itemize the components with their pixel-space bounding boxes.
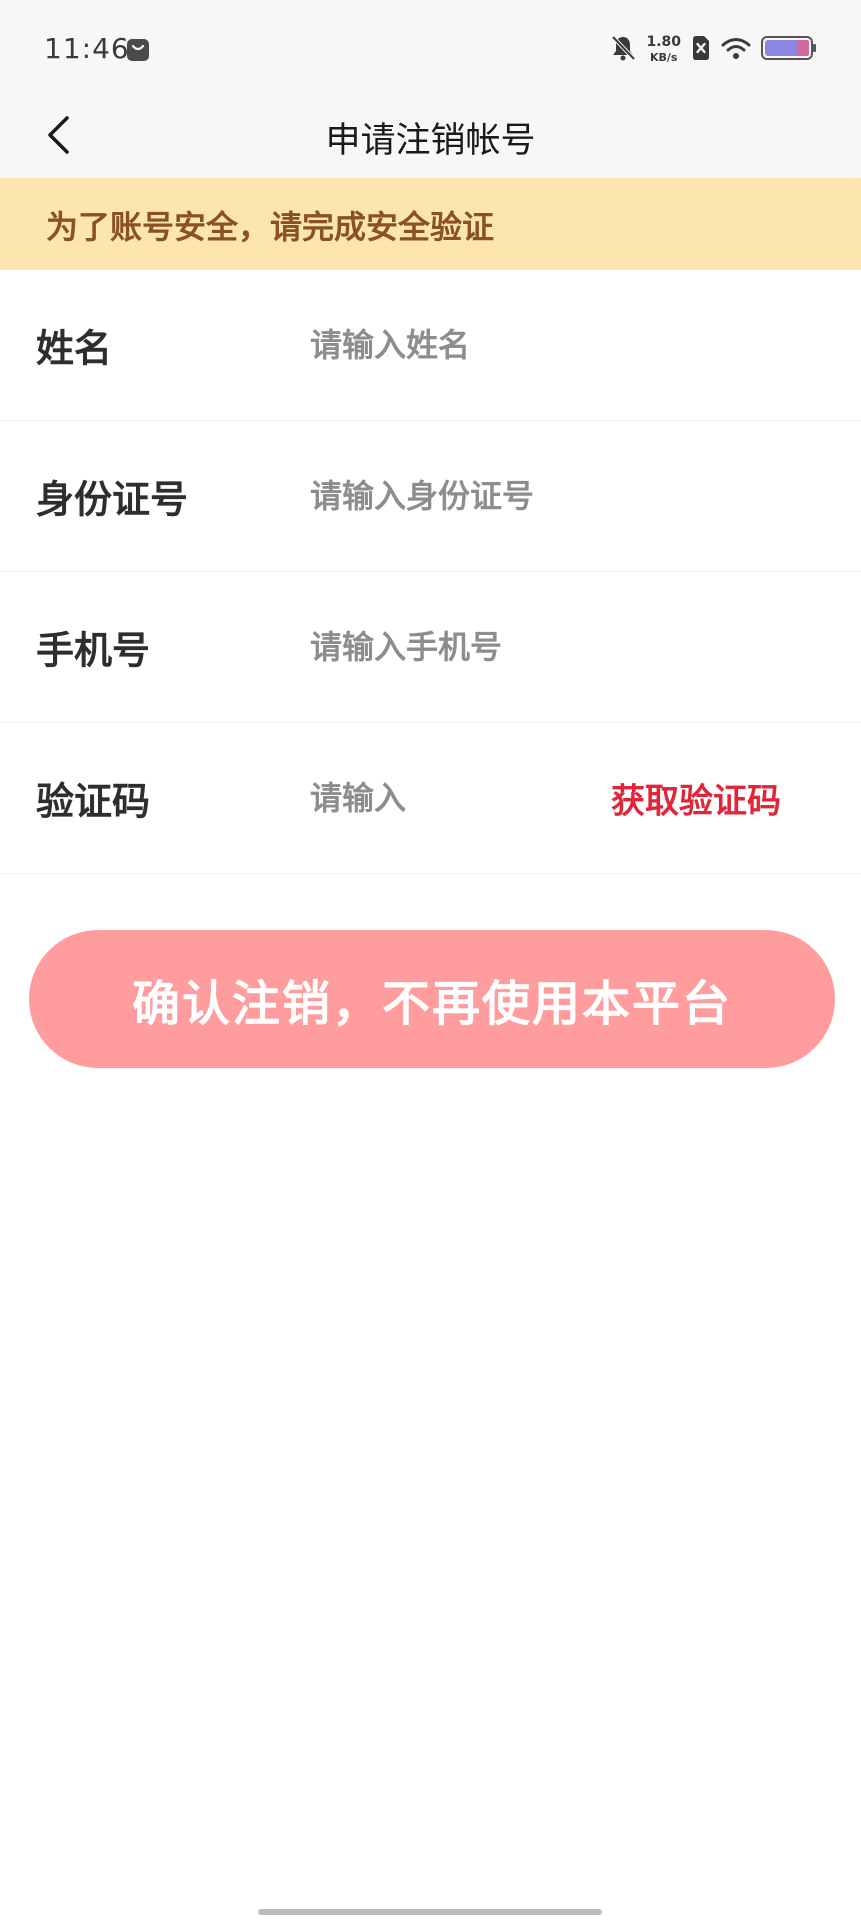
security-notice-text: 为了账号安全，请完成安全验证 [46,208,495,246]
app-notification-icon [126,38,150,62]
form-row-phone: 手机号 [0,572,861,723]
form-row-verification-code: 验证码 获取验证码 [0,723,861,874]
network-speed: 1.80 KB/s [646,35,681,65]
network-speed-value: 1.80 [646,34,681,50]
get-verification-code-button[interactable]: 获取验证码 [611,774,781,823]
status-bar: 11:46 1.80 KB/s [0,0,861,100]
status-icons: 1.80 KB/s [610,30,817,70]
security-notice-banner: 为了账号安全，请完成安全验证 [0,178,861,270]
status-time: 11:46 [44,32,130,65]
no-sim-icon [691,35,711,65]
battery-icon [761,35,817,65]
nav-bar: 申请注销帐号 [0,100,861,178]
network-speed-unit: KB/s [649,51,678,64]
home-indicator[interactable] [258,1909,602,1915]
name-label: 姓名 [36,326,113,371]
form-row-name: 姓名 [0,270,861,421]
verification-code-label: 验证码 [36,779,151,824]
form-row-id-number: 身份证号 [0,421,861,572]
mute-bell-icon [610,34,636,66]
page-title: 申请注销帐号 [325,121,536,161]
wifi-icon [721,36,751,64]
verification-code-input[interactable] [310,770,550,826]
confirm-cancel-account-button[interactable]: 确认注销，不再使用本平台 [29,930,835,1068]
phone-input[interactable] [310,619,810,675]
phone-label: 手机号 [36,628,151,673]
name-input[interactable] [310,317,810,373]
id-number-input[interactable] [310,468,810,524]
id-number-label: 身份证号 [36,477,189,522]
